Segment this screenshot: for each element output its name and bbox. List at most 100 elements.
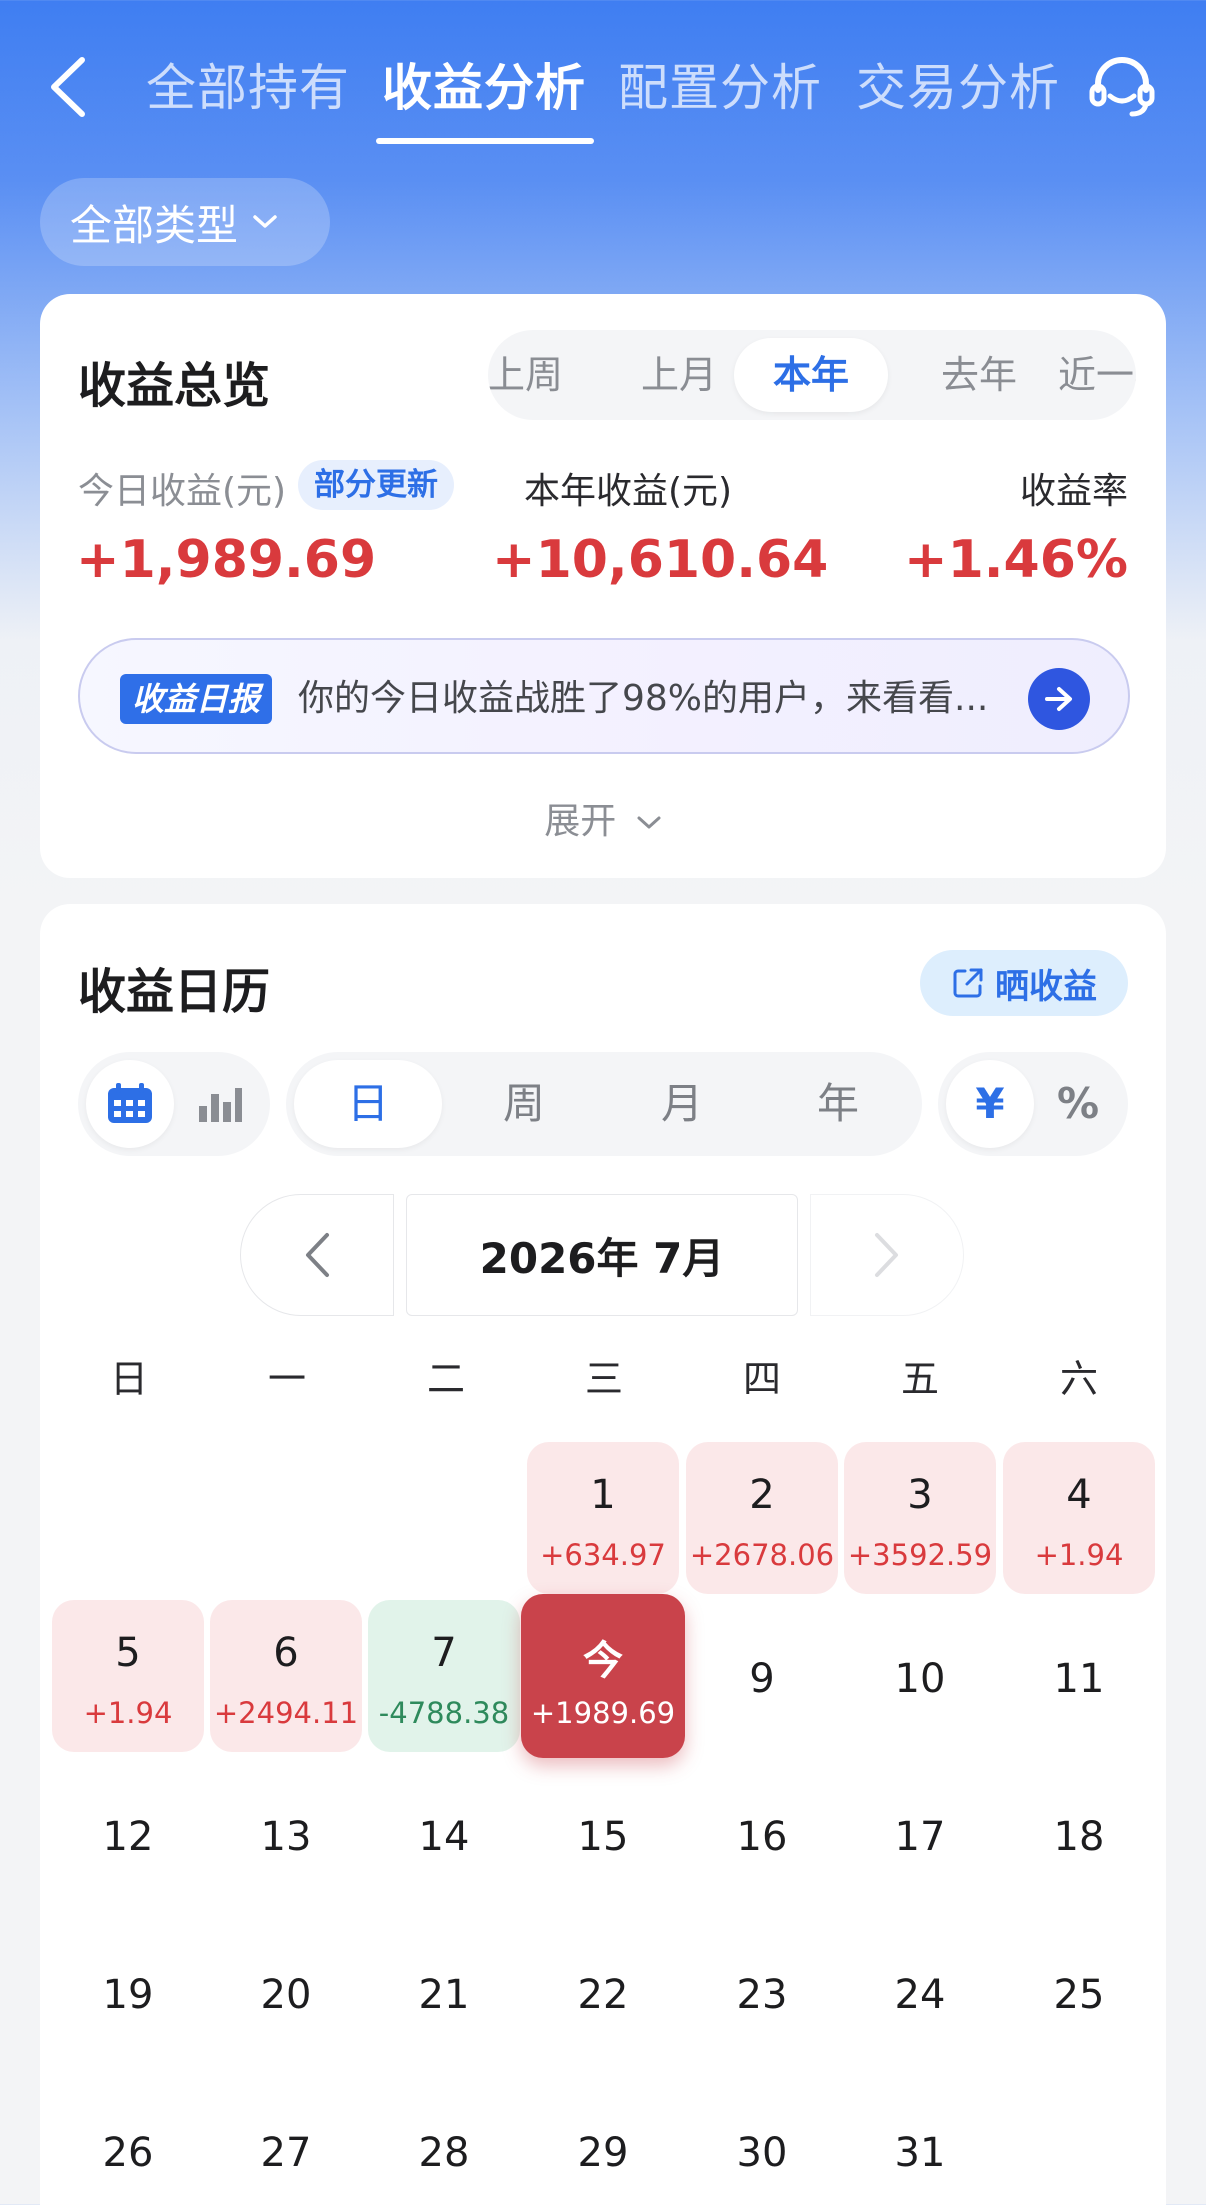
- calendar-day-4[interactable]: 4 +1.94: [1003, 1442, 1155, 1594]
- day-number: 29: [577, 2130, 629, 2176]
- back-button[interactable]: [40, 52, 96, 122]
- calendar-icon: [108, 1083, 152, 1123]
- day-profit: +2678.06: [689, 1538, 835, 1572]
- tab-profit-analysis[interactable]: 收益分析: [382, 48, 586, 120]
- calendar-day-9[interactable]: 9: [686, 1600, 838, 1752]
- profit-rate-value: +1.46%: [904, 530, 1128, 590]
- calendar-day-31[interactable]: 31: [844, 2074, 996, 2205]
- calendar-day-25[interactable]: 25: [1003, 1916, 1155, 2068]
- day-number: 5: [115, 1630, 141, 1676]
- granularity-week[interactable]: 周: [450, 1060, 598, 1148]
- unit-switch: ¥ %: [938, 1052, 1128, 1156]
- day-number: 2: [749, 1472, 775, 1518]
- calendar-day-5[interactable]: 5 +1.94: [52, 1600, 204, 1752]
- day-profit: +634.97: [540, 1538, 666, 1572]
- day-number: 24: [894, 1972, 946, 2018]
- chevron-down-icon: [637, 816, 661, 829]
- day-number: 9: [749, 1656, 775, 1702]
- calendar-view-button[interactable]: [86, 1060, 174, 1148]
- daily-report-go-button[interactable]: [1028, 668, 1090, 730]
- day-number: 16: [736, 1814, 788, 1860]
- day-number: 13: [260, 1814, 312, 1860]
- calendar-day-13[interactable]: 13: [210, 1758, 362, 1910]
- current-month-label[interactable]: 2026年 7月: [406, 1194, 798, 1316]
- granularity-year[interactable]: 年: [764, 1060, 912, 1148]
- calendar-day-3[interactable]: 3 +3592.59: [844, 1442, 996, 1594]
- day-number: 19: [102, 1972, 154, 2018]
- calendar-day-28[interactable]: 28: [368, 2074, 520, 2205]
- next-month-button[interactable]: [810, 1194, 964, 1316]
- calendar-day-11[interactable]: 11: [1003, 1600, 1155, 1752]
- granularity-day[interactable]: 日: [294, 1060, 442, 1148]
- calendar-day-22[interactable]: 22: [527, 1916, 679, 2068]
- calendar-day-15[interactable]: 15: [527, 1758, 679, 1910]
- granularity-switch: 日 周 月 年: [286, 1052, 922, 1156]
- calendar-day-23[interactable]: 23: [686, 1916, 838, 2068]
- bar-chart-view-button[interactable]: [178, 1060, 262, 1148]
- expand-button[interactable]: 展开: [40, 792, 1166, 844]
- calendar-day-2[interactable]: 2 +2678.06: [686, 1442, 838, 1594]
- customer-service-button[interactable]: [1086, 50, 1158, 122]
- period-last-week[interactable]: 上周: [488, 330, 602, 420]
- day-number: 23: [736, 1972, 788, 2018]
- day-number: 7: [431, 1630, 457, 1676]
- weekday-thu: 四: [742, 1357, 781, 1401]
- weekday-wed: 三: [584, 1357, 623, 1401]
- day-number: 12: [102, 1814, 154, 1860]
- share-icon: [953, 968, 983, 998]
- share-profit-label: 晒收益: [995, 966, 1097, 1007]
- day-number: 21: [418, 1972, 470, 2018]
- calendar-day-7[interactable]: 7 -4788.38: [368, 1600, 520, 1752]
- prev-month-button[interactable]: [240, 1194, 394, 1316]
- calendar-day-10[interactable]: 10: [844, 1600, 996, 1752]
- today-profit-label: 今日收益(元): [78, 471, 287, 512]
- asset-type-filter[interactable]: 全部类型: [40, 178, 330, 266]
- daily-report-banner[interactable]: 收益日报 你的今日收益战胜了98%的用户，来看看...: [78, 638, 1130, 754]
- period-last-year[interactable]: 去年: [902, 330, 1056, 420]
- day-profit: -4788.38: [378, 1696, 510, 1730]
- period-this-year[interactable]: 本年: [734, 338, 888, 412]
- daily-report-tag: 收益日报: [120, 674, 273, 724]
- granularity-month[interactable]: 月: [608, 1060, 756, 1148]
- calendar-day-20[interactable]: 20: [210, 1916, 362, 2068]
- day-number: 1: [590, 1472, 616, 1518]
- day-number: 15: [577, 1814, 629, 1860]
- calendar-day-6[interactable]: 6 +2494.11: [210, 1600, 362, 1752]
- calendar-day-29[interactable]: 29: [527, 2074, 679, 2205]
- calendar-day-30[interactable]: 30: [686, 2074, 838, 2205]
- asset-type-filter-label: 全部类型: [70, 200, 239, 250]
- calendar-day-26[interactable]: 26: [52, 2074, 204, 2205]
- calendar-day-27[interactable]: 27: [210, 2074, 362, 2205]
- period-last-month[interactable]: 上月: [602, 330, 756, 420]
- calendar-day-19[interactable]: 19: [52, 1916, 204, 2068]
- share-profit-button[interactable]: 晒收益: [920, 950, 1128, 1016]
- day-number: 20: [260, 1972, 312, 2018]
- partial-update-badge: 部分更新: [298, 460, 454, 510]
- weekday-sun: 日: [109, 1357, 148, 1401]
- calendar-day-21[interactable]: 21: [368, 1916, 520, 2068]
- arrow-right-icon: [1045, 687, 1072, 711]
- calendar-title: 收益日历: [78, 964, 271, 1020]
- day-profit: +1.94: [1034, 1538, 1124, 1572]
- weekday-mon: 一: [267, 1357, 306, 1401]
- calendar-day-today[interactable]: 今 +1989.69: [521, 1594, 685, 1758]
- unit-percent-button[interactable]: %: [1036, 1060, 1120, 1148]
- calendar-day-24[interactable]: 24: [844, 1916, 996, 2068]
- calendar-day-16[interactable]: 16: [686, 1758, 838, 1910]
- period-switch: 上周 上月 本年 去年 近一年: [488, 330, 1136, 420]
- expand-label: 展开: [544, 801, 617, 842]
- tab-allocation-analysis[interactable]: 配置分析: [618, 48, 822, 120]
- period-recent-year[interactable]: 近一年: [1058, 330, 1136, 420]
- calendar-day-14[interactable]: 14: [368, 1758, 520, 1910]
- unit-amount-button[interactable]: ¥: [946, 1060, 1034, 1148]
- calendar-day-1[interactable]: 1 +634.97: [527, 1442, 679, 1594]
- day-profit: +1.94: [83, 1696, 173, 1730]
- calendar-day-18[interactable]: 18: [1003, 1758, 1155, 1910]
- bar-chart-icon: [199, 1088, 242, 1122]
- tab-trade-analysis[interactable]: 交易分析: [856, 48, 1060, 120]
- calendar-day-17[interactable]: 17: [844, 1758, 996, 1910]
- overview-title: 收益总览: [78, 358, 271, 414]
- calendar-day-12[interactable]: 12: [52, 1758, 204, 1910]
- tab-all-holdings[interactable]: 全部持有: [146, 48, 350, 120]
- day-number: 10: [894, 1656, 946, 1702]
